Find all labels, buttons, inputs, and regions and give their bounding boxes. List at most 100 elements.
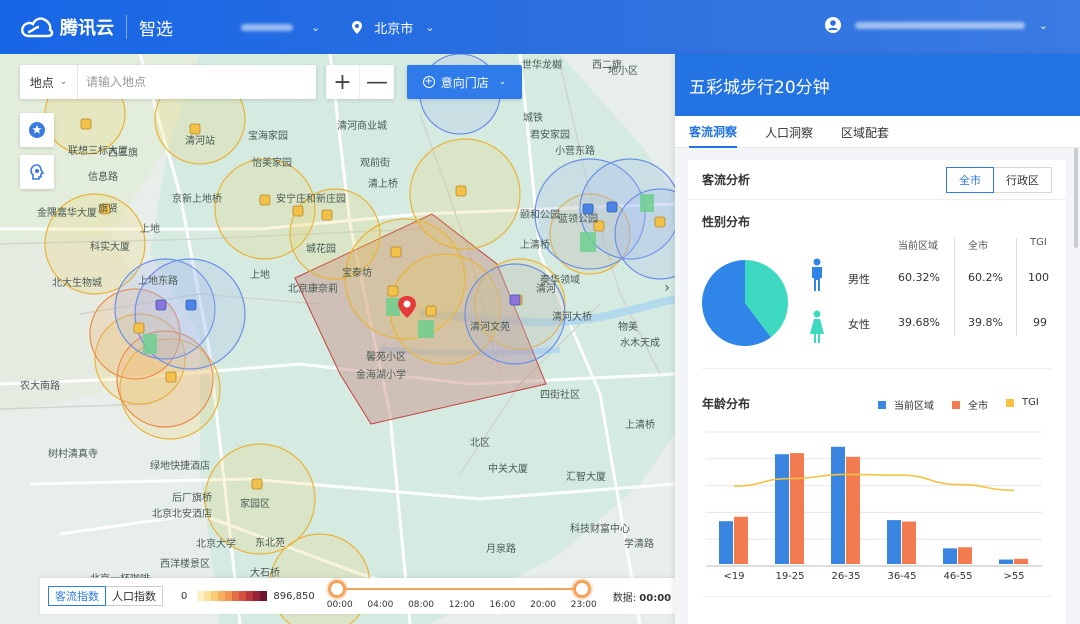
bar-current-area bbox=[943, 548, 957, 564]
brand-name: 腾讯云 bbox=[60, 18, 114, 39]
map-place-label: 北区 bbox=[470, 438, 490, 449]
tab-traffic-index[interactable]: 客流指数 bbox=[48, 586, 106, 606]
scope-toggle: 全市 行政区 bbox=[946, 166, 1052, 193]
location-pin-icon bbox=[352, 20, 363, 34]
map-place-label: 京新上地桥 bbox=[172, 194, 222, 205]
map-place-label: 信息路 bbox=[88, 172, 118, 183]
map-place-label: 北京大学 bbox=[196, 539, 236, 550]
map-canvas[interactable] bbox=[0, 54, 675, 624]
map-place-label: 清河站 bbox=[185, 136, 215, 147]
time-tick: 04:00 bbox=[367, 600, 394, 610]
time-tick: 08:00 bbox=[408, 600, 435, 610]
city-selector[interactable]: 北京市 ⌄ bbox=[352, 18, 434, 37]
zoom-in-button[interactable]: + bbox=[326, 65, 360, 99]
table-divider bbox=[954, 238, 955, 336]
map-place-label: 北大生物城 bbox=[52, 278, 102, 289]
map-place-label: 清河文苑 bbox=[470, 322, 510, 333]
account-menu[interactable]: ⌄ bbox=[824, 17, 1048, 33]
add-circle-icon: + bbox=[422, 76, 435, 88]
target-store-label: 意向门店 bbox=[440, 75, 489, 90]
male-tgi-value: 100 bbox=[1028, 271, 1049, 284]
map-place-label: 后厂旗桥 bbox=[172, 493, 212, 504]
map-place-label: 清上桥 bbox=[368, 179, 398, 190]
map-place-label: 上地东路 bbox=[138, 276, 178, 287]
time-tick: 00:00 bbox=[326, 600, 353, 610]
map-place-label: 君安家园 bbox=[530, 130, 570, 141]
product-name: 智选 bbox=[139, 19, 173, 40]
tab-population-insight[interactable]: 人口洞察 bbox=[765, 116, 813, 148]
traffic-analysis-card: 客流分析 全市 行政区 性别分布 当前区域 全市 TGI 男性 60.32% 6… bbox=[688, 160, 1066, 624]
map-place-label: 城花园 bbox=[306, 244, 336, 255]
bar-city bbox=[902, 521, 916, 564]
chevron-down-icon: ⌄ bbox=[1038, 18, 1048, 32]
range-start-handle[interactable] bbox=[327, 580, 346, 598]
section-divider bbox=[702, 596, 1052, 597]
map-place-label: 科实大厦 bbox=[90, 242, 130, 253]
x-tick-label: 19-25 bbox=[775, 571, 804, 582]
legend-tgi-label: TGI bbox=[1022, 397, 1039, 408]
scope-district-button[interactable]: 行政区 bbox=[994, 166, 1052, 193]
x-tick-label: 26-35 bbox=[831, 571, 860, 582]
map-place-label: 农大南路 bbox=[20, 381, 60, 392]
map-place-label: 怡美家园 bbox=[252, 158, 292, 169]
x-tick-label: 46-55 bbox=[943, 571, 972, 582]
map-place-label: 北京康奈莉 bbox=[288, 284, 338, 295]
map-place-label: 观前街 bbox=[360, 158, 390, 169]
panel-header: 五彩城步行20分钟 bbox=[675, 54, 1080, 116]
collapse-panel-arrow-icon[interactable]: › bbox=[660, 276, 674, 300]
x-tick-label: 36-45 bbox=[887, 571, 916, 582]
insight-tool-button[interactable] bbox=[20, 155, 54, 189]
bar-city bbox=[1014, 558, 1028, 564]
heat-scale-min: 0 bbox=[181, 590, 188, 602]
bar-current-area bbox=[831, 446, 845, 564]
location-search-input[interactable] bbox=[78, 65, 316, 99]
scope-city-button[interactable]: 全市 bbox=[946, 166, 994, 193]
brand-logo[interactable]: 腾讯云 bbox=[20, 14, 114, 40]
map-place-label: 清河商业城 bbox=[337, 121, 387, 132]
bar-current-area bbox=[775, 454, 789, 564]
map-place-label: 金海湖小学 bbox=[356, 370, 406, 381]
data-time-readout: 数据: 00:00 bbox=[613, 589, 671, 604]
data-time-label: 数据: bbox=[612, 592, 637, 604]
blurred-workspace-name bbox=[241, 23, 293, 31]
male-city-value: 60.2% bbox=[968, 271, 1003, 284]
card-title: 客流分析 bbox=[702, 173, 751, 187]
bar-city bbox=[846, 456, 860, 564]
heat-color-scale bbox=[197, 591, 268, 601]
map-place-label: 上清桥 bbox=[625, 420, 655, 431]
panel-scrollbar[interactable] bbox=[1074, 148, 1078, 248]
chevron-down-icon: ⌄ bbox=[498, 77, 507, 87]
favorite-tool-button[interactable] bbox=[20, 113, 54, 147]
male-icon bbox=[812, 258, 822, 291]
time-slider-bar: 客流指数 人口指数 0 896,850 00:00 04:00 08:00 12:00… bbox=[40, 578, 675, 614]
map-place-label: 金隅嘉华大厦 bbox=[37, 208, 97, 219]
map-place-label: 四街社区 bbox=[540, 390, 580, 401]
header-tgi: TGI bbox=[1030, 237, 1047, 248]
legend-tgi: TGI bbox=[1006, 397, 1039, 408]
user-avatar-icon bbox=[824, 17, 841, 33]
map-place-label: 月泉路 bbox=[486, 544, 516, 555]
map-view[interactable]: 世华龙樾西二旗地小区联想清河站宝海家园清河商业城城铁小营东路联想三标大厦西三旗怡… bbox=[0, 54, 675, 624]
time-tick: 23:00 bbox=[570, 600, 597, 610]
time-range-slider[interactable]: 00:00 04:00 08:00 12:00 16:00 20:00 23:00 bbox=[327, 578, 597, 614]
target-store-button[interactable]: + 意向门店 ⌄ bbox=[407, 65, 522, 99]
time-range-track bbox=[336, 588, 587, 590]
tab-population-index[interactable]: 人口指数 bbox=[106, 586, 163, 606]
star-badge-icon bbox=[29, 122, 45, 138]
tab-traffic-insight[interactable]: 客流洞察 bbox=[689, 116, 738, 148]
panel-title: 五彩城步行20分钟 bbox=[689, 77, 830, 98]
legend-current-area-label: 当前区域 bbox=[894, 401, 934, 412]
search-type-dropdown[interactable]: 地点 ⌄ bbox=[20, 65, 78, 99]
legend-city: 全市 bbox=[952, 397, 988, 412]
map-place-label: 清河 bbox=[536, 284, 556, 295]
zoom-out-button[interactable]: — bbox=[360, 65, 394, 99]
range-end-handle[interactable] bbox=[572, 580, 591, 598]
time-tick: 20:00 bbox=[530, 600, 557, 610]
tab-area-facilities[interactable]: 区域配套 bbox=[841, 116, 889, 148]
bar-current-area bbox=[719, 521, 733, 564]
bar-city bbox=[958, 547, 972, 564]
panel-tabs: 客流洞察 人口洞察 区域配套 bbox=[675, 116, 1080, 148]
chevron-down-icon: ⌄ bbox=[425, 20, 435, 34]
male-current-value: 60.32% bbox=[898, 271, 940, 284]
workspace-selector[interactable]: ⌄ bbox=[241, 21, 320, 34]
